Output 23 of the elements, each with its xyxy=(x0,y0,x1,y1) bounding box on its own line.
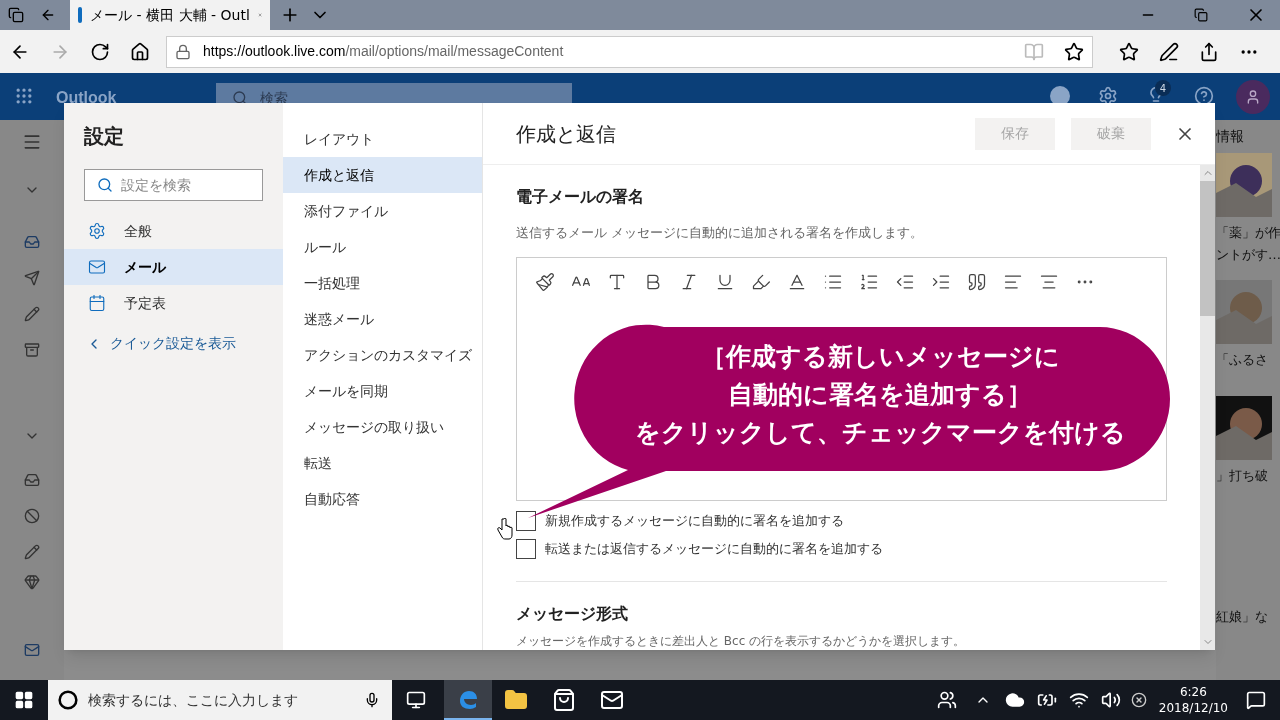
notification-badge: 4 xyxy=(1155,80,1171,96)
section-description: メッセージを作成するときに差出人と Bcc の行を表示するかどうかを選択します。 xyxy=(516,633,967,650)
search-placeholder: 設定を検索 xyxy=(121,175,191,195)
checkbox-label: 新規作成するメッセージに自動的に署名を追加する xyxy=(545,512,844,531)
news-snippet: 」打ち破 xyxy=(1216,466,1269,485)
section-heading: メッセージ形式 xyxy=(516,603,629,625)
news-snippet: 「ふるさ xyxy=(1216,351,1269,369)
checkbox-label: 転送または返信するメッセージに自動的に署名を追加する xyxy=(545,540,883,559)
tab-title: メール - 横田 大輔 - Outl xyxy=(90,5,250,25)
url-text: https://outlook.live.com/mail/options/mail/messageContent xyxy=(203,42,564,61)
news-snippet: 紅娘」な xyxy=(1216,608,1269,626)
time-text: 6:26 xyxy=(1179,684,1207,700)
date-text: 2018/12/10 xyxy=(1158,700,1228,716)
app-name: Outlook xyxy=(56,88,117,108)
settings-title: 設定 xyxy=(84,123,125,150)
news-heading: 情報 xyxy=(1216,127,1245,146)
news-snippet: 「薬」が作 xyxy=(1216,224,1280,242)
callout-text: ［作成する新しいメッセージに 自動的に署名を追加する］ をクリックして、チェックマークを付ける xyxy=(633,341,1127,449)
section-description: 送信するメール メッセージに自動的に追加される署名を作成します。 xyxy=(516,224,925,242)
news-snippet: ントがす… xyxy=(1216,245,1280,264)
pane-title: 作成と返信 xyxy=(516,120,616,148)
section-heading: 電子メールの署名 xyxy=(516,186,645,208)
search-placeholder: 検索するには、ここに入力します xyxy=(88,690,298,710)
